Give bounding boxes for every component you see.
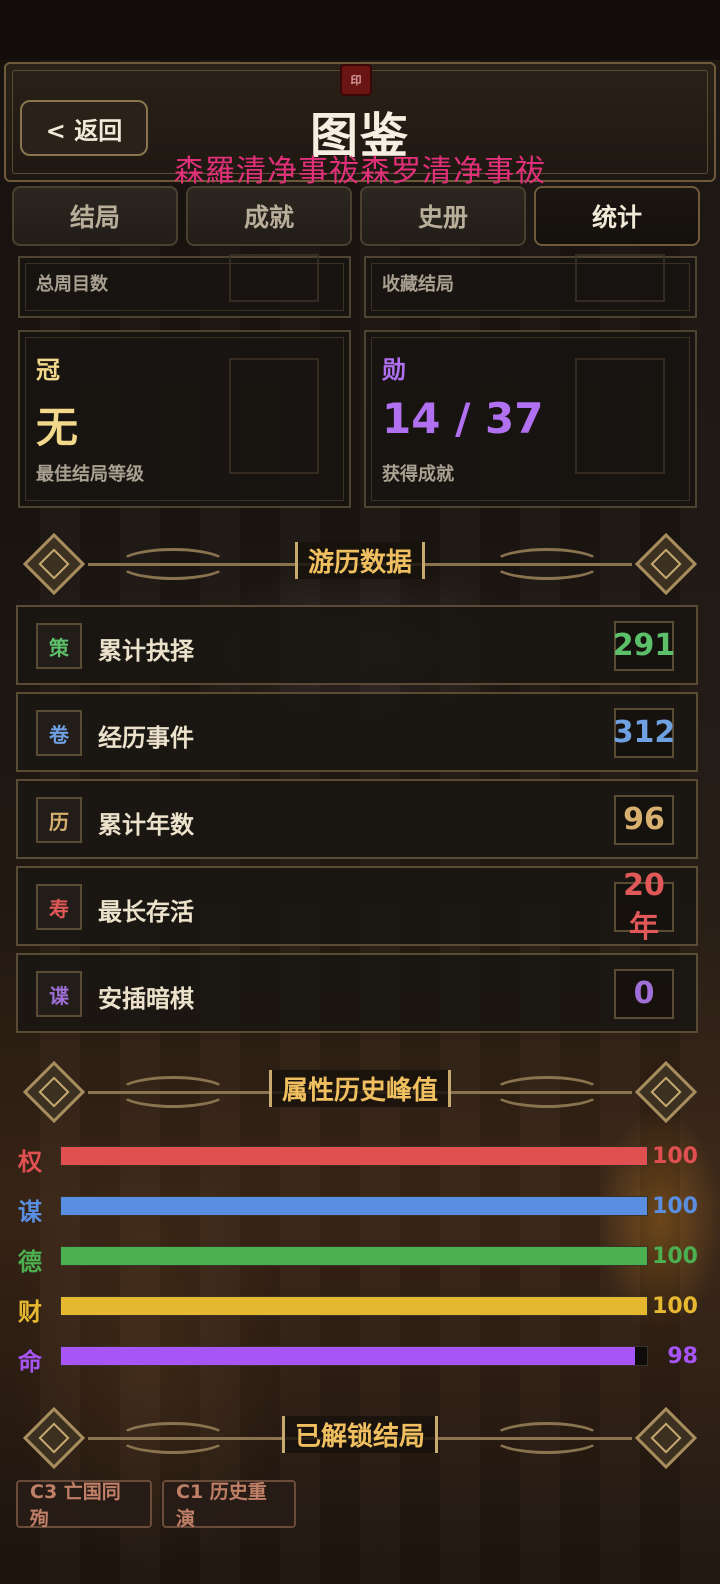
travel-row-spies: 谍 安插暗棋 0 — [16, 953, 698, 1033]
attribute-bar-virtue: 德 100 — [18, 1242, 708, 1276]
card-ornament — [575, 358, 665, 474]
crown-char: 冠 — [36, 356, 60, 384]
row-label: 累计年数 — [98, 811, 194, 839]
row-label: 经历事件 — [98, 724, 194, 752]
calendar-icon: 历 — [36, 797, 82, 843]
cloud-swirl-icon — [492, 1422, 602, 1454]
diamond-ornament-icon — [22, 1060, 86, 1124]
attr-value: 100 — [652, 1244, 698, 1269]
attribute-bar-power: 权 100 — [18, 1142, 708, 1176]
cloud-swirl-icon — [492, 548, 602, 580]
card-label: 获得成就 — [382, 464, 454, 485]
row-value: 0 — [614, 969, 674, 1019]
section-title: 已解锁结局 — [281, 1416, 439, 1453]
travel-row-events: 卷 经历事件 312 — [16, 692, 698, 772]
attr-label: 命 — [18, 1348, 42, 1376]
bar-track — [60, 1196, 648, 1216]
diamond-ornament-icon — [22, 1406, 86, 1470]
attribute-bar-scheme: 谋 100 — [18, 1192, 708, 1226]
row-label: 累计抉择 — [98, 637, 194, 665]
scroll-icon: 卷 — [36, 710, 82, 756]
status-bar — [0, 0, 720, 60]
diamond-ornament-icon — [634, 1406, 698, 1470]
bar-fill — [61, 1297, 647, 1315]
diamond-ornament-icon — [22, 532, 86, 596]
attr-label: 财 — [18, 1298, 42, 1326]
attribute-bar-fate: 命 98 — [18, 1342, 708, 1376]
ending-tag-c3[interactable]: C3 亡国同殉 — [16, 1480, 152, 1530]
value-number: 20 — [623, 868, 665, 903]
card-label: 收藏结局 — [382, 274, 454, 295]
cloud-swirl-icon — [118, 548, 228, 580]
stat-card-collected-endings: 收藏结局 — [364, 254, 697, 318]
row-label: 安插暗棋 — [98, 985, 194, 1013]
back-button[interactable]: < 返回 — [20, 100, 148, 156]
cloud-swirl-icon — [492, 1076, 602, 1108]
travel-row-choices: 策 累计抉择 291 — [16, 605, 698, 685]
attr-label: 德 — [18, 1248, 42, 1276]
bar-track — [60, 1346, 648, 1366]
diamond-ornament-icon — [634, 1060, 698, 1124]
strategy-icon: 策 — [36, 623, 82, 669]
bar-track — [60, 1296, 648, 1316]
row-value: 312 — [613, 708, 675, 758]
section-header-endings: 已解锁结局 — [18, 1406, 702, 1470]
cloud-swirl-icon — [118, 1076, 228, 1108]
achievements-value: 14 / 37 — [382, 394, 544, 443]
medal-char: 勋 — [382, 356, 406, 384]
row-label: 最长存活 — [98, 898, 194, 926]
bar-fill — [61, 1347, 636, 1365]
cloud-swirl-icon — [118, 1422, 228, 1454]
card-ornament — [229, 358, 319, 474]
bar-fill — [61, 1197, 647, 1215]
tab-endings[interactable]: 结局 — [12, 186, 178, 246]
watermark-text: 森羅清净事祓森罗清净事祓 — [174, 154, 546, 189]
value-unit: 年 — [629, 910, 659, 945]
attr-label: 谋 — [18, 1198, 42, 1226]
attr-value: 100 — [652, 1144, 698, 1169]
bar-track — [60, 1246, 648, 1266]
best-ending-value: 无 — [36, 403, 79, 452]
card-ornament — [575, 254, 665, 302]
tab-stats[interactable]: 统计 — [534, 186, 700, 246]
attribute-bar-wealth: 财 100 — [18, 1292, 708, 1326]
section-header-travel: 游历数据 — [18, 532, 702, 596]
row-value: 20 年 — [614, 868, 674, 945]
travel-row-longest-life: 寿 最长存活 20 年 — [16, 866, 698, 946]
section-title: 属性历史峰值 — [268, 1070, 452, 1107]
section-title: 游历数据 — [294, 542, 426, 579]
longevity-icon: 寿 — [36, 884, 82, 930]
bar-track — [60, 1146, 648, 1166]
tab-achievements[interactable]: 成就 — [186, 186, 352, 246]
row-value: 96 — [614, 795, 674, 845]
spy-icon: 谍 — [36, 971, 82, 1017]
bar-fill — [61, 1147, 647, 1165]
attr-label: 权 — [18, 1148, 42, 1176]
card-ornament — [229, 254, 319, 302]
travel-row-years: 历 累计年数 96 — [16, 779, 698, 859]
ending-tag-c1[interactable]: C1 历史重演 — [162, 1480, 296, 1530]
stat-card-total-cycles: 总周目数 — [18, 254, 351, 318]
diamond-ornament-icon — [634, 532, 698, 596]
tab-history[interactable]: 史册 — [360, 186, 526, 246]
seal-icon: 印 — [340, 64, 372, 96]
card-label: 总周目数 — [36, 274, 108, 295]
card-label: 最佳结局等级 — [36, 464, 144, 485]
attr-value: 100 — [652, 1294, 698, 1319]
row-value: 291 — [613, 621, 675, 671]
attr-value: 100 — [652, 1194, 698, 1219]
stat-card-achievements: 勋 14 / 37 获得成就 — [364, 330, 697, 508]
section-header-attributes: 属性历史峰值 — [18, 1060, 702, 1124]
attr-value: 98 — [667, 1344, 698, 1369]
stat-card-best-ending: 冠 无 最佳结局等级 — [18, 330, 351, 508]
bar-fill — [61, 1247, 647, 1265]
